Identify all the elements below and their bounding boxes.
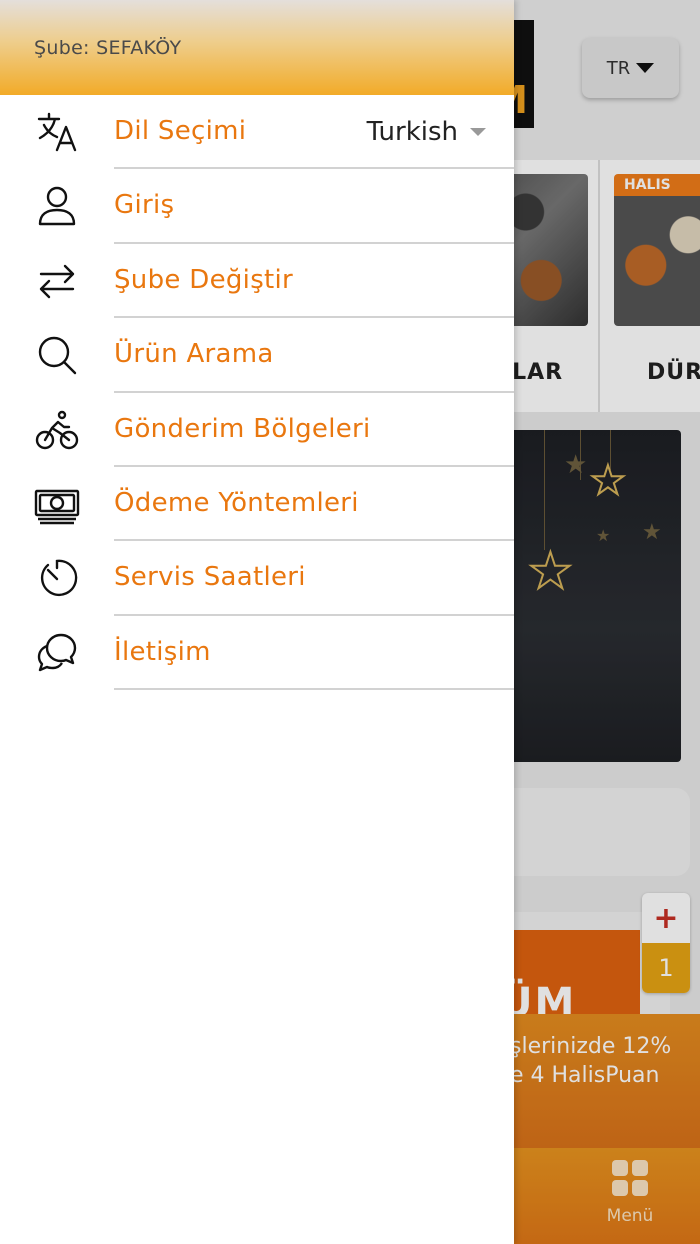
menu-item-label: Ürün Arama <box>114 339 274 370</box>
menu-item-label: Ödeme Yöntemleri <box>114 487 359 518</box>
language-dropdown[interactable]: Turkish <box>367 95 486 168</box>
menu-item-label: Giriş <box>114 190 175 221</box>
chat-bubbles-icon <box>34 630 80 676</box>
menu-item-label: Servis Saatleri <box>114 562 306 593</box>
drawer-menu: Dil Seçimi Turkish Giriş Şube Değiştir Ü… <box>0 95 514 691</box>
menu-item-contact[interactable]: İletişim <box>0 616 514 691</box>
bicycle-icon <box>34 407 80 453</box>
caret-down-icon <box>470 127 486 136</box>
timer-icon <box>34 555 80 601</box>
menu-item-login[interactable]: Giriş <box>0 169 514 244</box>
swap-arrows-icon <box>34 258 80 304</box>
money-icon <box>34 481 80 527</box>
search-icon <box>34 332 80 378</box>
user-icon <box>34 183 80 229</box>
menu-item-label: Dil Seçimi <box>114 116 247 146</box>
menu-item-language[interactable]: Dil Seçimi Turkish <box>0 95 514 170</box>
drawer-header: Şube: SEFAKÖY <box>0 0 514 95</box>
menu-item-label: Gönderim Bölgeleri <box>114 413 371 444</box>
side-drawer: Şube: SEFAKÖY Dil Seçimi Turkish Giriş Ş… <box>0 0 514 1244</box>
branch-label: Şube: SEFAKÖY <box>34 37 182 59</box>
menu-item-label: İletişim <box>114 636 211 667</box>
menu-item-label: Şube Değiştir <box>114 264 294 295</box>
menu-item-delivery-areas[interactable]: Gönderim Bölgeleri <box>0 393 514 467</box>
divider <box>114 688 514 691</box>
translate-icon <box>34 109 80 155</box>
menu-item-product-search[interactable]: Ürün Arama <box>0 318 514 393</box>
language-value: Turkish <box>366 116 458 147</box>
menu-item-payment-methods[interactable]: Ödeme Yöntemleri <box>0 467 514 542</box>
menu-item-service-hours[interactable]: Servis Saatleri <box>0 541 514 616</box>
menu-item-change-branch[interactable]: Şube Değiştir <box>0 244 514 319</box>
